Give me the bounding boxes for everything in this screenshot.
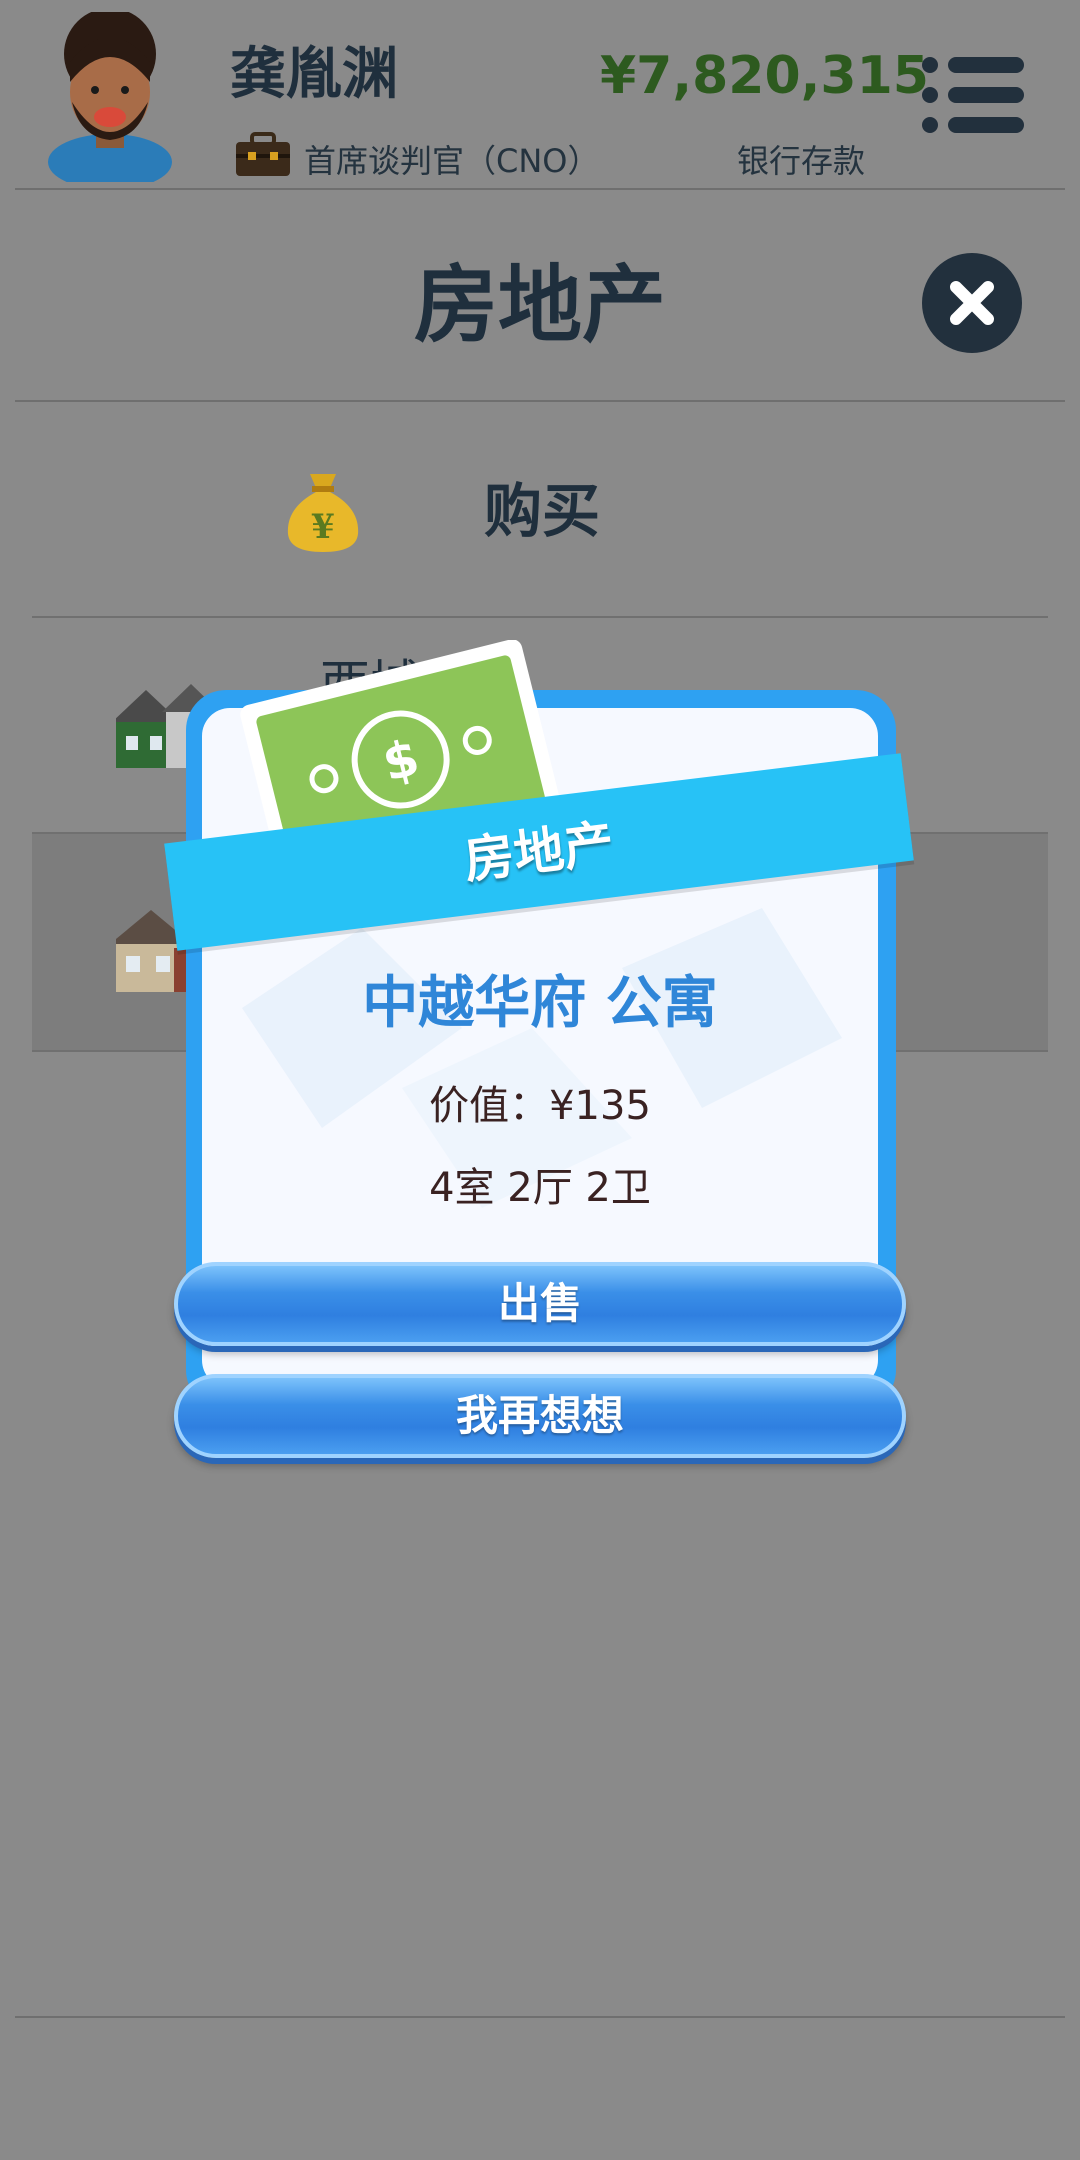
player-name: 龚胤渊 bbox=[230, 42, 398, 107]
svg-text:¥: ¥ bbox=[311, 507, 335, 547]
footer-divider bbox=[15, 2016, 1065, 2018]
sell-button[interactable]: 出售 bbox=[174, 1262, 906, 1346]
player-avatar[interactable] bbox=[40, 12, 180, 182]
close-button[interactable] bbox=[922, 253, 1022, 353]
page-title: 房地产 bbox=[413, 256, 666, 354]
bank-balance-label: 银行存款 bbox=[736, 142, 865, 180]
briefcase-icon bbox=[236, 132, 290, 176]
money-bag-icon: ¥ bbox=[287, 474, 359, 552]
buy-button[interactable]: 购买 bbox=[484, 475, 600, 547]
menu-icon[interactable] bbox=[920, 55, 1025, 135]
property-value: 价值：¥135 bbox=[429, 1083, 651, 1129]
property-rooms: 4室 2厅 2卫 bbox=[429, 1165, 651, 1211]
property-name: 中越华府 公寓 bbox=[362, 971, 718, 1036]
header-divider bbox=[15, 188, 1065, 190]
bank-balance: ¥7,820,315 bbox=[600, 46, 929, 106]
job-title: 首席谈判官（CNO） bbox=[304, 142, 600, 180]
cancel-button[interactable]: 我再想想 bbox=[174, 1374, 906, 1458]
close-icon bbox=[950, 281, 994, 325]
title-divider bbox=[15, 400, 1065, 402]
